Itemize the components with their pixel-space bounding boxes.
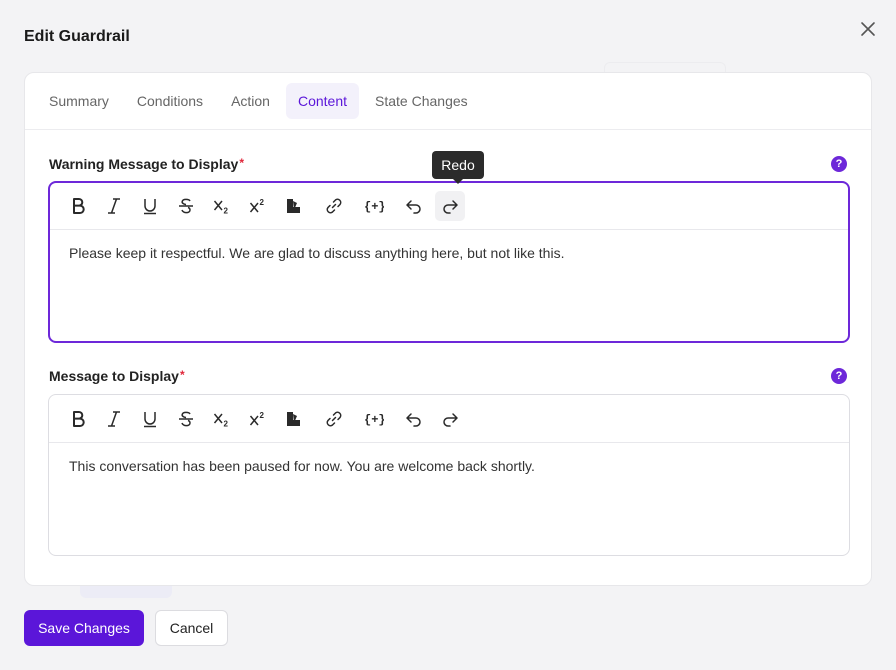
highlight-icon [287,411,300,426]
strikethrough-button[interactable] [171,404,201,434]
svg-text:2: 2 [260,198,265,207]
highlight-button[interactable] [279,191,309,221]
tab-bar: Summary Conditions Action Content State … [25,73,871,130]
superscript-button[interactable]: 2 [243,404,273,434]
redo-button[interactable] [435,404,465,434]
bold-icon [73,410,85,427]
undo-button[interactable] [399,191,429,221]
svg-text:{+}: {+} [364,200,384,214]
help-icon[interactable]: ? [831,156,847,172]
underline-icon [144,411,156,427]
superscript-icon: 2 [249,198,265,213]
highlight-button[interactable] [279,404,309,434]
required-mark: * [179,368,185,382]
link-button[interactable] [319,191,349,221]
editor-toolbar: 2 2 {+} [49,395,849,443]
subscript-icon: 2 [213,413,229,428]
bold-button[interactable] [63,404,93,434]
link-icon [326,411,342,426]
undo-icon [406,412,421,427]
svg-text:2: 2 [224,419,229,428]
content-card: Summary Conditions Action Content State … [24,72,872,586]
message-editor[interactable]: 2 2 {+} This conversation has been pause… [48,394,850,556]
subscript-button[interactable]: 2 [207,404,237,434]
warning-message-content[interactable]: Please keep it respectful. We are glad t… [50,230,848,276]
strikethrough-icon [179,411,193,426]
variable-button[interactable]: {+} [359,191,389,221]
bold-icon [73,198,85,214]
undo-button[interactable] [399,404,429,434]
variable-icon: {+} [364,413,384,427]
message-content[interactable]: This conversation has been paused for no… [49,443,849,489]
strikethrough-icon [179,198,193,214]
edit-guardrail-modal: Edit Guardrail Summary Conditions Action… [0,0,896,670]
redo-tooltip: Redo [432,151,484,184]
svg-text:2: 2 [260,411,265,420]
superscript-button[interactable]: 2 [243,191,273,221]
close-icon [861,22,875,36]
italic-icon [108,198,120,214]
tab-content[interactable]: Content [285,83,360,119]
svg-text:{+}: {+} [364,413,384,427]
required-mark: * [239,156,244,170]
redo-button[interactable] [435,191,465,221]
redo-icon [443,412,458,427]
variable-button[interactable]: {+} [359,404,389,434]
link-icon [326,198,342,214]
close-button[interactable] [856,17,880,41]
highlight-icon [287,199,300,213]
warning-message-editor[interactable]: 2 2 {+} Please keep it respectful. We ar… [48,181,850,343]
redo-icon [443,200,458,214]
tab-conditions[interactable]: Conditions [125,83,215,119]
italic-button[interactable] [99,191,129,221]
tab-action[interactable]: Action [219,83,282,119]
bold-button[interactable] [63,191,93,221]
cancel-button[interactable]: Cancel [155,610,228,646]
underline-icon [144,199,156,215]
save-changes-button[interactable]: Save Changes [24,610,144,646]
warning-message-label: Warning Message to Display* [49,156,244,172]
warning-message-label-text: Warning Message to Display [49,156,239,172]
underline-button[interactable] [135,404,165,434]
underline-button[interactable] [135,191,165,221]
tab-summary[interactable]: Summary [37,83,121,119]
subscript-button[interactable]: 2 [207,191,237,221]
subscript-icon: 2 [213,200,229,216]
undo-icon [406,200,421,214]
link-button[interactable] [319,404,349,434]
tab-state-changes[interactable]: State Changes [363,83,480,119]
message-label: Message to Display* [49,368,185,384]
editor-toolbar: 2 2 {+} [50,183,848,230]
strikethrough-button[interactable] [171,191,201,221]
message-label-text: Message to Display [49,368,179,384]
variable-icon: {+} [364,200,384,214]
svg-text:2: 2 [224,207,229,216]
italic-button[interactable] [99,404,129,434]
help-icon[interactable]: ? [831,368,847,384]
modal-title: Edit Guardrail [24,28,130,45]
italic-icon [108,410,120,427]
superscript-icon: 2 [249,411,265,425]
